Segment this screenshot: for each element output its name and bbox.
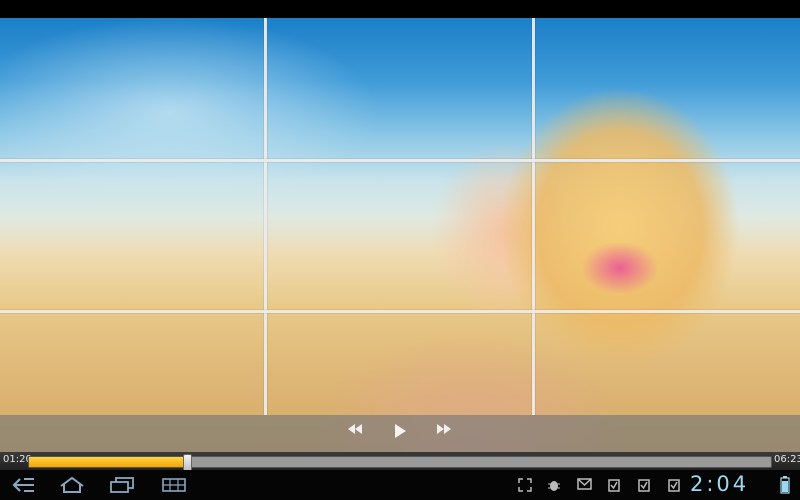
battery-icon (780, 476, 796, 494)
seek-progress-fill (29, 457, 187, 467)
seek-bar[interactable] (28, 454, 772, 472)
rewind-button[interactable] (343, 423, 367, 445)
home-button[interactable] (58, 476, 92, 494)
recent-apps-button[interactable] (108, 476, 142, 494)
seek-strip: 01:20 06:23 (0, 452, 800, 472)
grid-vertical-line-2 (532, 18, 535, 415)
download-complete-icon (667, 478, 683, 492)
playback-controls (0, 415, 800, 452)
duration-time: 06:23 (774, 454, 800, 465)
gmail-icon (577, 478, 593, 492)
home-icon (60, 476, 84, 493)
grid-horizontal-line-1 (0, 159, 800, 162)
back-icon (12, 478, 34, 492)
recent-apps-icon (110, 477, 134, 493)
rewind-icon (348, 424, 362, 434)
fullscreen-icon (518, 478, 534, 492)
download-complete-icon (637, 478, 653, 492)
menu-grid-icon (162, 478, 186, 492)
video-frame[interactable] (0, 18, 800, 470)
play-button[interactable] (388, 423, 412, 445)
grid-horizontal-line-2 (0, 310, 800, 313)
fast-forward-button[interactable] (432, 423, 456, 445)
back-button[interactable] (10, 476, 44, 494)
download-complete-icon (607, 478, 623, 492)
system-bar: 2:04 (0, 470, 800, 500)
play-icon (395, 424, 406, 438)
menu-button[interactable] (160, 476, 194, 494)
fast-forward-icon (437, 424, 451, 434)
debug-icon (547, 478, 563, 492)
system-clock[interactable]: 2:04 (690, 472, 749, 496)
top-black-bar (0, 0, 800, 18)
grid-vertical-line-1 (264, 18, 267, 415)
